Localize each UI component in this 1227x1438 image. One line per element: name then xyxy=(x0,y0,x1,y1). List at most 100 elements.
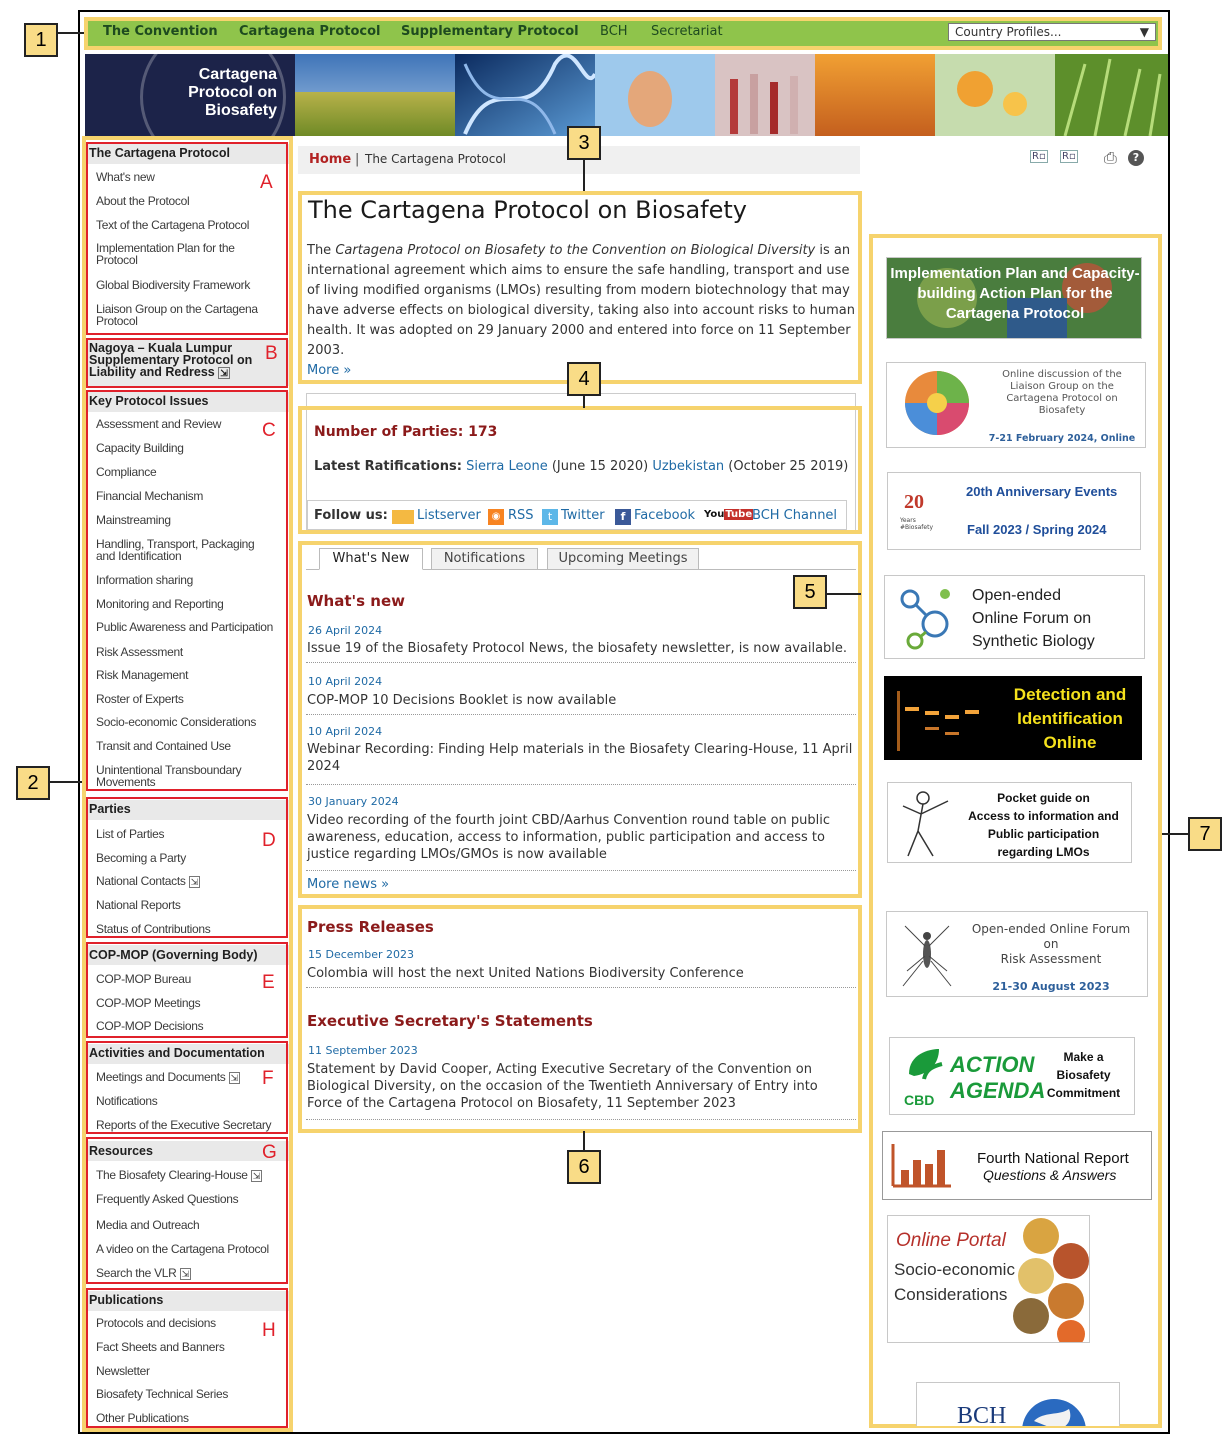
ad-liaison-line: Biosafety xyxy=(1038,405,1086,416)
ad-socio-economic-portal[interactable]: Online Portal Socio-economic Considerati… xyxy=(887,1215,1090,1343)
anniversary-logo: 20 xyxy=(904,491,924,513)
ad-implementation-plan[interactable]: Implementation Plan and Capacity-buildin… xyxy=(886,257,1142,339)
mosquito-icon xyxy=(902,925,952,987)
pocket-line: Pocket guide on xyxy=(997,791,1090,805)
ad-risk-assessment-forum[interactable]: Open-ended Online Forum on Risk Assessme… xyxy=(886,911,1148,997)
follow-twitter-link[interactable]: Twitter xyxy=(561,508,605,523)
ad-detection-identification[interactable]: Detection and Identification Online disc… xyxy=(884,676,1142,760)
news-item-link[interactable]: Webinar Recording: Finding Help material… xyxy=(307,741,855,775)
twitter-icon: t xyxy=(542,509,558,525)
callout-line xyxy=(827,593,861,595)
synbio-line: Synthetic Biology xyxy=(972,633,1095,650)
ad-implementation-text: Implementation Plan and Capacity-buildin… xyxy=(890,265,1140,322)
action-agenda-cbd: CBD xyxy=(904,1092,935,1108)
section-letter-b: B xyxy=(265,343,278,364)
more-news-link[interactable]: More news » xyxy=(307,877,389,892)
risk-line: on xyxy=(1043,937,1059,951)
detection-line: Online discussions xyxy=(1021,733,1119,759)
follow-facebook-link[interactable]: Facebook xyxy=(634,508,695,523)
press-divider xyxy=(306,987,856,988)
press-date: 15 December 2023 xyxy=(308,948,415,961)
ad-pocket-guide[interactable]: Pocket guide on Access to information an… xyxy=(887,782,1132,863)
follow-bch-channel-link[interactable]: BCH Channel xyxy=(752,508,837,523)
callout-line xyxy=(58,32,84,34)
ad-liaison-line: Online discussion of the xyxy=(1002,369,1122,380)
action-agenda-text: Make a Biosafety Commitment xyxy=(1036,1048,1131,1102)
synbio-text: Open-ended Online Forum on Synthetic Bio… xyxy=(972,584,1095,653)
anniversary-dates: Fall 2023 / Spring 2024 xyxy=(967,522,1107,537)
ad-liaison-line: Liaison Group on the xyxy=(1010,381,1114,392)
intro-emphasis: Cartagena Protocol on Biosafety to the C… xyxy=(335,243,816,258)
text-size-decrease-icon[interactable]: R▫ xyxy=(1030,150,1048,163)
section-letter-d: D xyxy=(262,830,276,851)
ad-liaison-line: Cartagena Protocol on xyxy=(1006,393,1118,404)
press-releases-heading: Press Releases xyxy=(307,918,434,936)
facebook-icon: f xyxy=(615,509,631,525)
intro-more-link[interactable]: More » xyxy=(307,363,351,378)
portal-title: Online Portal xyxy=(896,1230,1006,1251)
anniversary-title: 20th Anniversary Events xyxy=(966,484,1118,499)
news-date: 30 January 2024 xyxy=(308,795,399,808)
breadcrumb-home[interactable]: Home xyxy=(309,152,351,167)
risk-line: Risk Assessment xyxy=(1000,952,1102,966)
mail-icon xyxy=(392,510,414,524)
text-size-increase-icon[interactable]: R▫ xyxy=(1060,150,1078,163)
ratifications-label: Latest Ratifications: xyxy=(314,459,462,474)
tab-notifications[interactable]: Notifications xyxy=(431,548,538,570)
ratification-country-link[interactable]: Sierra Leone xyxy=(466,459,548,474)
news-divider xyxy=(306,662,856,663)
news-item-link[interactable]: COP-MOP 10 Decisions Booklet is now avai… xyxy=(307,692,855,709)
follow-listserver-link[interactable]: Listserver xyxy=(417,508,481,523)
risk-line: Open-ended Online Forum xyxy=(971,922,1131,936)
banner-arc xyxy=(140,54,286,136)
synbio-molecule-icon xyxy=(900,589,950,650)
fourth-report-subtitle: Questions & Answers xyxy=(983,1167,1117,1183)
globe-icon xyxy=(1022,1399,1086,1426)
section-letter-f: F xyxy=(262,1068,274,1089)
ad-synthetic-biology-forum[interactable]: Open-ended Online Forum on Synthetic Bio… xyxy=(884,575,1145,659)
callout-line xyxy=(583,160,585,191)
follow-rss-link[interactable]: RSS xyxy=(508,508,534,523)
ad-liaison-discussion[interactable]: Online discussion of the Liaison Group o… xyxy=(886,362,1146,448)
ad-fourth-national-report[interactable]: Fourth National Report Questions & Answe… xyxy=(882,1131,1152,1200)
ad-liaison-date: 7-21 February 2024, Online xyxy=(988,433,1136,444)
news-divider xyxy=(306,714,856,715)
intro-text: The xyxy=(307,243,336,258)
pocket-line: Access to information and xyxy=(968,809,1119,823)
callout-3: 3 xyxy=(567,126,601,160)
tab-upcoming-meetings[interactable]: Upcoming Meetings xyxy=(547,548,699,570)
portal-line: Considerations xyxy=(894,1285,1008,1304)
callout-line xyxy=(1162,833,1188,835)
section-letter-g: G xyxy=(262,1142,277,1163)
detection-line: Identification xyxy=(1017,709,1123,728)
news-item-link[interactable]: Video recording of the fourth joint CBD/… xyxy=(307,812,855,863)
statement-date: 11 September 2023 xyxy=(308,1044,418,1057)
news-item-link[interactable]: Issue 19 of the Biosafety Protocol News,… xyxy=(307,640,855,657)
ad-20th-anniversary[interactable]: 20 Years #Biosafety 20th Anniversary Eve… xyxy=(887,472,1141,550)
print-icon[interactable]: ⎙ xyxy=(1104,148,1117,168)
callout-line xyxy=(583,1131,585,1150)
ratification-date: (October 25 2019) xyxy=(728,459,849,474)
statement-item-link[interactable]: Statement by David Cooper, Acting Execut… xyxy=(307,1061,855,1112)
action-line: Make a xyxy=(1063,1050,1104,1064)
tab-whats-new[interactable]: What's New xyxy=(319,548,423,570)
help-icon[interactable]: ? xyxy=(1128,150,1144,166)
breadcrumb-current: The Cartagena Protocol xyxy=(365,152,506,166)
ratification-date: (June 15 2020) xyxy=(551,459,649,474)
ad-liaison-text: Online discussion of the Liaison Group o… xyxy=(987,369,1137,417)
anniversary-logo-sub: Years #Biosafety xyxy=(900,517,933,531)
callout-line xyxy=(50,781,82,783)
ad-bch[interactable]: BCH xyxy=(916,1382,1120,1426)
action-agenda-word1: ACTION xyxy=(950,1052,1035,1077)
section-box-f xyxy=(86,1041,288,1134)
section-box-g xyxy=(86,1137,288,1284)
press-item-link[interactable]: Colombia will host the next United Natio… xyxy=(307,965,855,982)
ratification-country-link[interactable]: Uzbekistan xyxy=(652,459,724,474)
rss-icon: ◉ xyxy=(488,509,504,525)
section-box-h xyxy=(86,1288,288,1428)
synbio-line: Online Forum on xyxy=(972,610,1092,627)
section-letter-e: E xyxy=(262,972,275,993)
ad-action-agenda[interactable]: CBD ACTION AGENDA Make a Biosafety Commi… xyxy=(889,1037,1135,1115)
parties-count: Number of Parties: 173 xyxy=(314,424,498,440)
pocket-line: Public participation xyxy=(987,827,1100,841)
